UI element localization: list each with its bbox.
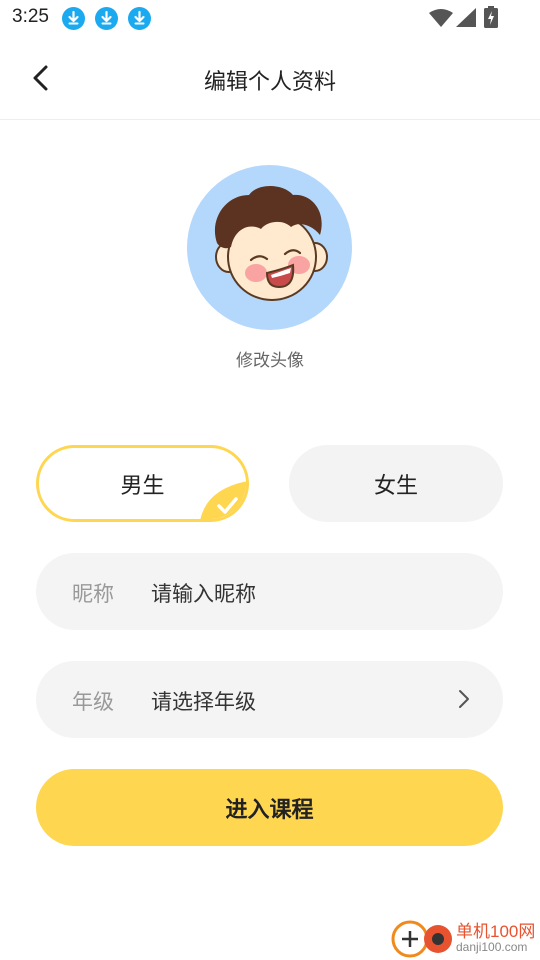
gender-option-female[interactable]: 女生	[289, 445, 503, 522]
status-bar: 3:25	[0, 0, 540, 36]
cartoon-boy-avatar-icon	[214, 186, 328, 301]
page-title: 编辑个人资料	[203, 70, 336, 95]
nickname-field[interactable]: 昵称 请输入昵称	[36, 553, 503, 630]
gender-option-male[interactable]: 男生	[36, 445, 249, 522]
nickname-input[interactable]: 请输入昵称	[151, 578, 256, 608]
status-time: 3:25	[12, 6, 49, 27]
download-icon	[128, 7, 151, 30]
grade-field[interactable]: 年级 请选择年级	[36, 661, 503, 738]
chevron-right-icon	[459, 690, 469, 708]
gender-option-label: 男生	[120, 473, 165, 499]
grade-label: 年级	[72, 690, 114, 714]
grade-select[interactable]: 请选择年级	[151, 686, 256, 716]
watermark: 单机100网 danji100.com	[390, 915, 540, 960]
change-avatar-label[interactable]: 修改头像	[0, 346, 540, 371]
watermark-text: 单机100网	[456, 922, 536, 941]
enter-course-button[interactable]: 进入课程	[36, 769, 503, 846]
gender-option-label: 女生	[373, 473, 418, 499]
battery-charging-icon	[484, 6, 498, 28]
watermark-logo-icon	[391, 920, 452, 958]
download-icon	[95, 7, 118, 30]
watermark-url: danji100.com	[456, 940, 528, 954]
avatar[interactable]	[187, 165, 352, 330]
download-icon	[62, 7, 85, 30]
nav-bar: 编辑个人资料	[0, 36, 540, 120]
nickname-label: 昵称	[72, 582, 114, 606]
checkmark-badge-icon	[200, 481, 246, 519]
wifi-icon	[429, 9, 453, 27]
signal-icon	[456, 8, 476, 27]
